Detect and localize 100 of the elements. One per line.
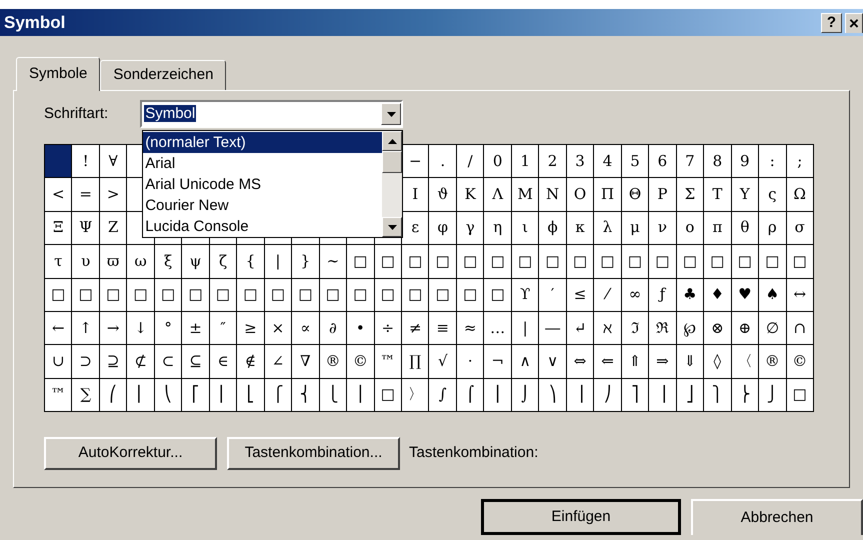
- symbol-cell[interactable]: □: [676, 245, 704, 278]
- symbol-cell[interactable]: □: [484, 278, 511, 311]
- symbol-cell[interactable]: Λ: [484, 178, 511, 211]
- symbol-cell[interactable]: Ψ: [72, 212, 99, 244]
- symbol-cell[interactable]: ⊄: [127, 345, 154, 378]
- symbol-cell[interactable]: Τ: [704, 178, 731, 211]
- symbol-cell[interactable]: □: [127, 278, 154, 311]
- font-option[interactable]: Arial Unicode MS: [143, 174, 382, 195]
- symbol-cell[interactable]: ρ: [759, 212, 786, 244]
- symbol-cell[interactable]: ™: [374, 345, 402, 378]
- symbol-cell[interactable]: □: [456, 278, 484, 311]
- shortcut-button[interactable]: Tastenkombination...: [227, 437, 400, 470]
- symbol-cell[interactable]: 1: [512, 145, 538, 178]
- symbol-cell[interactable]: γ: [456, 212, 484, 244]
- scroll-thumb[interactable]: [382, 151, 402, 173]
- symbol-cell[interactable]: ⎬: [732, 378, 758, 411]
- font-option[interactable]: Courier New: [143, 195, 382, 216]
- symbol-cell[interactable]: Ζ: [100, 212, 126, 244]
- symbol-cell[interactable]: ∉: [237, 345, 264, 378]
- symbol-cell[interactable]: □: [759, 245, 786, 278]
- symbol-cell[interactable]: ⎜: [127, 378, 154, 411]
- symbol-cell[interactable]: □: [374, 245, 402, 278]
- symbol-cell[interactable]: □: [45, 278, 72, 311]
- symbol-cell[interactable]: Ο: [566, 178, 594, 211]
- symbol-cell[interactable]: ♣: [676, 278, 704, 311]
- symbol-cell[interactable]: ⎦: [676, 378, 704, 411]
- symbol-cell[interactable]: ζ: [210, 245, 236, 278]
- symbol-cell[interactable]: ℑ: [622, 312, 648, 344]
- symbol-cell[interactable]: ≡: [429, 312, 456, 344]
- symbol-cell[interactable]: □: [512, 245, 538, 278]
- symbol-cell[interactable]: □: [786, 245, 813, 278]
- symbol-cell[interactable]: ⇓: [676, 345, 704, 378]
- symbol-cell[interactable]: Ω: [786, 178, 813, 211]
- symbol-cell[interactable]: ≈: [456, 312, 484, 344]
- symbol-cell[interactable]: ×: [264, 312, 292, 344]
- symbol-cell[interactable]: ℘: [676, 312, 704, 344]
- symbol-cell[interactable]: 〉: [402, 378, 428, 411]
- symbol-cell[interactable]: ÷: [374, 312, 402, 344]
- symbol-cell[interactable]: ε: [402, 212, 428, 244]
- symbol-cell[interactable]: =: [72, 178, 99, 211]
- symbol-cell[interactable]: π: [704, 212, 731, 244]
- help-button[interactable]: ?: [821, 12, 842, 32]
- symbol-cell[interactable]: Ρ: [649, 178, 676, 211]
- symbol-cell[interactable]: ∧: [512, 345, 538, 378]
- symbol-cell[interactable]: [45, 145, 72, 178]
- symbol-cell[interactable]: □: [264, 278, 292, 311]
- symbol-cell[interactable]: ⎮: [484, 378, 511, 411]
- symbol-cell[interactable]: .: [429, 145, 456, 178]
- symbol-cell[interactable]: ω: [127, 245, 154, 278]
- symbol-cell[interactable]: 3: [566, 145, 594, 178]
- symbol-cell[interactable]: ∠: [264, 345, 292, 378]
- symbol-cell[interactable]: ⇒: [649, 345, 676, 378]
- font-option[interactable]: (normaler Text): [143, 132, 382, 153]
- symbol-cell[interactable]: {: [237, 245, 264, 278]
- symbol-cell[interactable]: ς: [759, 178, 786, 211]
- symbol-cell[interactable]: ƒ: [649, 278, 676, 311]
- symbol-cell[interactable]: ⌠: [456, 378, 484, 411]
- symbol-cell[interactable]: ←: [45, 312, 72, 344]
- symbol-cell[interactable]: ⋅: [456, 345, 484, 378]
- font-option[interactable]: Lucida Console: [143, 216, 382, 237]
- symbol-cell[interactable]: □: [484, 245, 511, 278]
- symbol-cell[interactable]: ®: [759, 345, 786, 378]
- symbol-cell[interactable]: 6: [649, 145, 676, 178]
- symbol-cell[interactable]: ®: [320, 345, 346, 378]
- symbol-cell[interactable]: ⊇: [100, 345, 126, 378]
- symbol-cell[interactable]: ℵ: [594, 312, 621, 344]
- symbol-cell[interactable]: □: [154, 278, 182, 311]
- symbol-cell[interactable]: ϕ: [539, 212, 566, 244]
- symbol-cell[interactable]: ⎥: [649, 378, 676, 411]
- symbol-cell[interactable]: σ: [786, 212, 813, 244]
- symbol-cell[interactable]: □: [402, 278, 428, 311]
- symbol-cell[interactable]: □: [456, 245, 484, 278]
- symbol-cell[interactable]: □: [539, 245, 566, 278]
- symbol-cell[interactable]: Μ: [512, 178, 538, 211]
- symbol-cell[interactable]: 〈: [732, 345, 758, 378]
- symbol-cell[interactable]: ⎪: [347, 378, 374, 411]
- symbol-cell[interactable]: ⎩: [320, 378, 346, 411]
- dialog-button[interactable]: Abbrechen: [691, 499, 863, 535]
- symbol-cell[interactable]: Κ: [456, 178, 484, 211]
- symbol-cell[interactable]: ⊃: [72, 345, 99, 378]
- symbol-cell[interactable]: ↑: [72, 312, 99, 344]
- symbol-cell[interactable]: ⎟: [566, 378, 594, 411]
- symbol-cell[interactable]: 4: [594, 145, 621, 178]
- symbol-cell[interactable]: □: [347, 245, 374, 278]
- symbol-cell[interactable]: ϒ: [512, 278, 538, 311]
- symbol-cell[interactable]: |: [264, 245, 292, 278]
- symbol-cell[interactable]: τ: [45, 245, 72, 278]
- font-dropdown[interactable]: Symbol: [140, 100, 404, 128]
- symbol-cell[interactable]: ↓: [127, 312, 154, 344]
- symbol-cell[interactable]: ∀: [100, 145, 126, 178]
- symbol-cell[interactable]: −: [402, 145, 428, 178]
- symbol-cell[interactable]: >: [100, 178, 126, 211]
- symbol-cell[interactable]: ∫: [429, 378, 456, 411]
- symbol-cell[interactable]: υ: [72, 245, 99, 278]
- symbol-cell[interactable]: ∅: [759, 312, 786, 344]
- symbol-cell[interactable]: ∑: [72, 378, 99, 411]
- scroll-up-button[interactable]: [382, 131, 402, 151]
- symbol-cell[interactable]: ι: [512, 212, 538, 244]
- symbol-cell[interactable]: Θ: [622, 178, 648, 211]
- symbol-cell[interactable]: ∞: [622, 278, 648, 311]
